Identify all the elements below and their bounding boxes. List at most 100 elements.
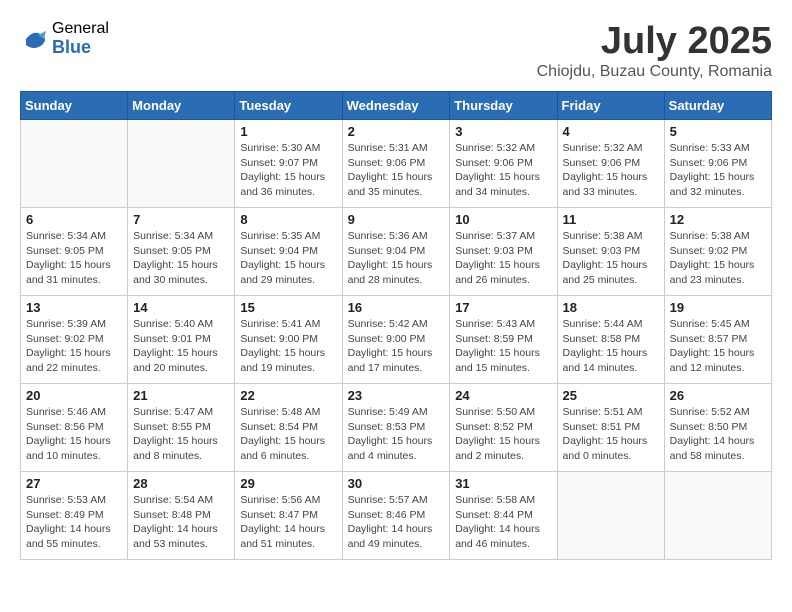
calendar-cell: 26 Sunrise: 5:52 AM Sunset: 8:50 PM Dayli…: [664, 384, 771, 472]
day-detail: Sunrise: 5:36 AM Sunset: 9:04 PM Dayligh…: [348, 229, 445, 288]
day-number: 2: [348, 124, 445, 139]
day-number: 8: [240, 212, 336, 227]
day-detail: Sunrise: 5:33 AM Sunset: 9:06 PM Dayligh…: [670, 141, 766, 200]
calendar-cell: 15 Sunrise: 5:41 AM Sunset: 9:00 PM Dayli…: [235, 296, 342, 384]
day-detail: Sunrise: 5:39 AM Sunset: 9:02 PM Dayligh…: [26, 317, 122, 376]
calendar-cell: 27 Sunrise: 5:53 AM Sunset: 8:49 PM Dayli…: [21, 472, 128, 560]
day-detail: Sunrise: 5:54 AM Sunset: 8:48 PM Dayligh…: [133, 493, 229, 552]
day-number: 25: [563, 388, 659, 403]
day-detail: Sunrise: 5:53 AM Sunset: 8:49 PM Dayligh…: [26, 493, 122, 552]
logo-blue: Blue: [52, 38, 109, 58]
day-number: 6: [26, 212, 122, 227]
day-number: 24: [455, 388, 551, 403]
calendar-cell: 30Sunrise: 5:57 AM Sunset: 8:46 PM Dayli…: [342, 472, 450, 560]
header-tuesday: Tuesday: [235, 92, 342, 120]
calendar-cell: 19Sunrise: 5:45 AM Sunset: 8:57 PM Dayli…: [664, 296, 771, 384]
calendar-cell: 28Sunrise: 5:54 AM Sunset: 8:48 PM Dayli…: [128, 472, 235, 560]
day-number: 19: [670, 300, 766, 315]
header-thursday: Thursday: [450, 92, 557, 120]
calendar-cell: 17 Sunrise: 5:43 AM Sunset: 8:59 PM Dayli…: [450, 296, 557, 384]
day-detail: Sunrise: 5:47 AM Sunset: 8:55 PM Dayligh…: [133, 405, 229, 464]
calendar-cell: 1 Sunrise: 5:30 AM Sunset: 9:07 PM Daylig…: [235, 120, 342, 208]
calendar-cell: [128, 120, 235, 208]
day-detail: Sunrise: 5:49 AM Sunset: 8:53 PM Dayligh…: [348, 405, 445, 464]
calendar-cell: 22 Sunrise: 5:48 AM Sunset: 8:54 PM Dayli…: [235, 384, 342, 472]
logo-icon: [20, 25, 48, 53]
calendar-cell: 2 Sunrise: 5:31 AM Sunset: 9:06 PM Daylig…: [342, 120, 450, 208]
day-detail: Sunrise: 5:30 AM Sunset: 9:07 PM Dayligh…: [240, 141, 336, 200]
day-detail: Sunrise: 5:32 AM Sunset: 9:06 PM Dayligh…: [563, 141, 659, 200]
logo-text: General Blue: [52, 20, 109, 57]
day-detail: Sunrise: 5:52 AM Sunset: 8:50 PM Dayligh…: [670, 405, 766, 464]
calendar-cell: 25 Sunrise: 5:51 AM Sunset: 8:51 PM Dayli…: [557, 384, 664, 472]
day-detail: Sunrise: 5:32 AM Sunset: 9:06 PM Dayligh…: [455, 141, 551, 200]
calendar-cell: 24 Sunrise: 5:50 AM Sunset: 8:52 PM Dayli…: [450, 384, 557, 472]
day-detail: Sunrise: 5:41 AM Sunset: 9:00 PM Dayligh…: [240, 317, 336, 376]
calendar-cell: 5Sunrise: 5:33 AM Sunset: 9:06 PM Daylig…: [664, 120, 771, 208]
day-detail: Sunrise: 5:48 AM Sunset: 8:54 PM Dayligh…: [240, 405, 336, 464]
calendar-cell: 21 Sunrise: 5:47 AM Sunset: 8:55 PM Dayli…: [128, 384, 235, 472]
location-title: Chiojdu, Buzau County, Romania: [537, 63, 772, 81]
calendar-cell: 13Sunrise: 5:39 AM Sunset: 9:02 PM Dayli…: [21, 296, 128, 384]
day-number: 17: [455, 300, 551, 315]
calendar-cell: 4 Sunrise: 5:32 AM Sunset: 9:06 PM Daylig…: [557, 120, 664, 208]
day-detail: Sunrise: 5:37 AM Sunset: 9:03 PM Dayligh…: [455, 229, 551, 288]
day-detail: Sunrise: 5:51 AM Sunset: 8:51 PM Dayligh…: [563, 405, 659, 464]
day-number: 14: [133, 300, 229, 315]
calendar-cell: [557, 472, 664, 560]
day-detail: Sunrise: 5:57 AM Sunset: 8:46 PM Dayligh…: [348, 493, 445, 552]
calendar-cell: 3Sunrise: 5:32 AM Sunset: 9:06 PM Daylig…: [450, 120, 557, 208]
title-area: July 2025 Chiojdu, Buzau County, Romania: [537, 20, 772, 81]
calendar-cell: 23Sunrise: 5:49 AM Sunset: 8:53 PM Dayli…: [342, 384, 450, 472]
week-row-1: 1 Sunrise: 5:30 AM Sunset: 9:07 PM Daylig…: [21, 120, 772, 208]
day-number: 26: [670, 388, 766, 403]
header-friday: Friday: [557, 92, 664, 120]
day-number: 10: [455, 212, 551, 227]
day-number: 15: [240, 300, 336, 315]
calendar-cell: 6Sunrise: 5:34 AM Sunset: 9:05 PM Daylig…: [21, 208, 128, 296]
day-detail: Sunrise: 5:35 AM Sunset: 9:04 PM Dayligh…: [240, 229, 336, 288]
day-number: 29: [240, 476, 336, 491]
calendar-cell: 12 Sunrise: 5:38 AM Sunset: 9:02 PM Dayli…: [664, 208, 771, 296]
logo-general: General: [52, 20, 109, 38]
day-number: 27: [26, 476, 122, 491]
header-saturday: Saturday: [664, 92, 771, 120]
day-number: 11: [563, 212, 659, 227]
calendar-cell: 9 Sunrise: 5:36 AM Sunset: 9:04 PM Daylig…: [342, 208, 450, 296]
day-number: 22: [240, 388, 336, 403]
day-number: 12: [670, 212, 766, 227]
calendar-cell: [664, 472, 771, 560]
week-row-3: 13Sunrise: 5:39 AM Sunset: 9:02 PM Dayli…: [21, 296, 772, 384]
day-number: 9: [348, 212, 445, 227]
day-number: 7: [133, 212, 229, 227]
week-row-2: 6Sunrise: 5:34 AM Sunset: 9:05 PM Daylig…: [21, 208, 772, 296]
header-sunday: Sunday: [21, 92, 128, 120]
day-detail: Sunrise: 5:31 AM Sunset: 9:06 PM Dayligh…: [348, 141, 445, 200]
day-number: 21: [133, 388, 229, 403]
day-number: 31: [455, 476, 551, 491]
calendar-cell: 20Sunrise: 5:46 AM Sunset: 8:56 PM Dayli…: [21, 384, 128, 472]
day-detail: Sunrise: 5:42 AM Sunset: 9:00 PM Dayligh…: [348, 317, 445, 376]
calendar-cell: 14 Sunrise: 5:40 AM Sunset: 9:01 PM Dayli…: [128, 296, 235, 384]
calendar-cell: 31 Sunrise: 5:58 AM Sunset: 8:44 PM Dayli…: [450, 472, 557, 560]
day-detail: Sunrise: 5:50 AM Sunset: 8:52 PM Dayligh…: [455, 405, 551, 464]
day-number: 1: [240, 124, 336, 139]
calendar-cell: 16Sunrise: 5:42 AM Sunset: 9:00 PM Dayli…: [342, 296, 450, 384]
calendar-cell: 8 Sunrise: 5:35 AM Sunset: 9:04 PM Daylig…: [235, 208, 342, 296]
day-number: 4: [563, 124, 659, 139]
day-detail: Sunrise: 5:46 AM Sunset: 8:56 PM Dayligh…: [26, 405, 122, 464]
day-detail: Sunrise: 5:40 AM Sunset: 9:01 PM Dayligh…: [133, 317, 229, 376]
calendar-cell: 7Sunrise: 5:34 AM Sunset: 9:05 PM Daylig…: [128, 208, 235, 296]
day-detail: Sunrise: 5:58 AM Sunset: 8:44 PM Dayligh…: [455, 493, 551, 552]
week-row-5: 27 Sunrise: 5:53 AM Sunset: 8:49 PM Dayli…: [21, 472, 772, 560]
logo: General Blue: [20, 20, 109, 57]
header-monday: Monday: [128, 92, 235, 120]
day-detail: Sunrise: 5:38 AM Sunset: 9:03 PM Dayligh…: [563, 229, 659, 288]
day-detail: Sunrise: 5:43 AM Sunset: 8:59 PM Dayligh…: [455, 317, 551, 376]
calendar-cell: 11 Sunrise: 5:38 AM Sunset: 9:03 PM Dayli…: [557, 208, 664, 296]
day-detail: Sunrise: 5:38 AM Sunset: 9:02 PM Dayligh…: [670, 229, 766, 288]
calendar-table: SundayMondayTuesdayWednesdayThursdayFrid…: [20, 91, 772, 560]
calendar-cell: 10 Sunrise: 5:37 AM Sunset: 9:03 PM Dayli…: [450, 208, 557, 296]
day-detail: Sunrise: 5:56 AM Sunset: 8:47 PM Dayligh…: [240, 493, 336, 552]
day-detail: Sunrise: 5:44 AM Sunset: 8:58 PM Dayligh…: [563, 317, 659, 376]
